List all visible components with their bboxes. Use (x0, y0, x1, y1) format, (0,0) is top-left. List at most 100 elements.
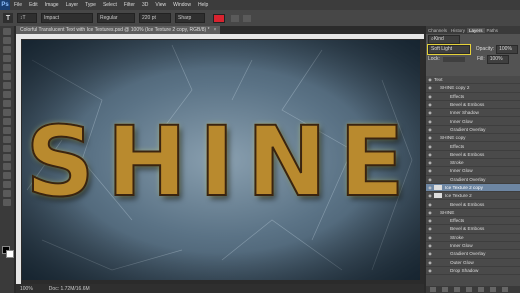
eye-icon[interactable]: ◉ (426, 185, 434, 190)
text-color-swatch[interactable] (213, 13, 225, 23)
layer-row[interactable]: ◉ Outer Glow (426, 259, 520, 267)
eye-icon[interactable]: ◉ (426, 168, 434, 173)
healing-tool-icon[interactable] (3, 82, 11, 89)
menu-file[interactable]: File (14, 2, 22, 8)
eraser-tool-icon[interactable] (3, 118, 11, 125)
antialias-select[interactable]: Sharp (175, 13, 205, 23)
blend-mode-select[interactable]: Soft Light (427, 43, 471, 55)
eye-icon[interactable]: ◉ (426, 127, 434, 132)
font-style-select[interactable]: Regular (97, 13, 135, 23)
menu-edit[interactable]: Edit (29, 2, 38, 8)
text-orientation-button[interactable]: ↕T (17, 13, 37, 23)
menu-select[interactable]: Select (103, 2, 117, 8)
tab-layers[interactable]: Layers (467, 27, 485, 33)
lock-icons[interactable] (442, 56, 465, 62)
layer-row[interactable]: ◉ SHINE copy (426, 134, 520, 143)
layer-row[interactable]: ◉ Inner Glow (426, 117, 520, 126)
document-info[interactable]: Doc: 1.72M/16.6M (49, 286, 90, 292)
eye-icon[interactable]: ◉ (426, 177, 434, 182)
lasso-tool-icon[interactable] (3, 46, 11, 53)
eye-icon[interactable]: ◉ (426, 268, 434, 273)
eye-icon[interactable]: ◉ (426, 94, 434, 99)
menu-type[interactable]: Type (85, 2, 96, 8)
layer-row[interactable]: ◉ SHINE copy 2 (426, 84, 520, 93)
eye-icon[interactable]: ◉ (426, 77, 434, 82)
layer-row[interactable]: ◉ Stroke (426, 234, 520, 242)
filter-kind-select[interactable]: ⌕ Kind (428, 34, 460, 44)
layer-row[interactable]: ◉ Bevel & Emboss (426, 151, 520, 159)
eye-icon[interactable]: ◉ (426, 260, 434, 265)
eyedropper-tool-icon[interactable] (3, 73, 11, 80)
tab-history[interactable]: History (449, 28, 467, 33)
layer-row[interactable]: ◉ SHINE (426, 209, 520, 218)
eye-icon[interactable]: ◉ (426, 251, 434, 256)
brush-tool-icon[interactable] (3, 91, 11, 98)
layer-row[interactable]: ◉ Ice Texture 2 (426, 192, 520, 201)
layer-row[interactable]: ◉ Effects (426, 142, 520, 151)
fx-icon[interactable] (442, 287, 448, 292)
eye-icon[interactable]: ◉ (426, 119, 434, 124)
zoom-tool-icon[interactable] (3, 199, 11, 206)
tab-channels[interactable]: Channels (426, 28, 449, 33)
adjustment-layer-icon[interactable] (466, 287, 472, 292)
eye-icon[interactable]: ◉ (426, 218, 434, 223)
layer-row[interactable]: ◉ Text (426, 76, 520, 85)
opacity-input[interactable]: 100% (496, 44, 518, 54)
eye-icon[interactable]: ◉ (426, 210, 434, 215)
move-tool-icon[interactable] (3, 28, 11, 35)
layer-row[interactable]: ◉ Gradient Overlay (426, 176, 520, 184)
layer-row[interactable]: ◉ Inner Shadow (426, 109, 520, 118)
shape-tool-icon[interactable] (3, 181, 11, 188)
layer-row[interactable]: ◉ Gradient Overlay (426, 250, 520, 259)
eye-icon[interactable]: ◉ (426, 160, 434, 165)
eye-icon[interactable]: ◉ (426, 85, 434, 90)
eye-icon[interactable]: ◉ (426, 235, 434, 240)
menu-layer[interactable]: Layer (66, 2, 79, 8)
type-tool-icon[interactable] (3, 163, 11, 170)
layer-row[interactable]: ◉ Bevel & Emboss (426, 225, 520, 234)
document-tab[interactable]: Colorful Translucent Text with Ice Textu… (16, 26, 221, 34)
pen-tool-icon[interactable] (3, 154, 11, 161)
eye-icon[interactable]: ◉ (426, 152, 434, 157)
trash-icon[interactable] (502, 287, 508, 292)
eye-icon[interactable]: ◉ (426, 193, 434, 198)
eye-icon[interactable]: ◉ (426, 243, 434, 248)
menu-view[interactable]: View (155, 2, 166, 8)
menu-filter[interactable]: Filter (124, 2, 135, 8)
quick-select-tool-icon[interactable] (3, 55, 11, 62)
eye-icon[interactable]: ◉ (426, 226, 434, 231)
menu-image[interactable]: Image (45, 2, 59, 8)
canvas[interactable]: SHINE (22, 40, 420, 280)
font-family-select[interactable]: Impact (41, 13, 93, 23)
fill-input[interactable]: 100% (486, 54, 509, 64)
layer-row[interactable]: ◉ Inner Glow (426, 242, 520, 251)
marquee-tool-icon[interactable] (3, 37, 11, 44)
zoom-level[interactable]: 100% (20, 286, 33, 292)
eye-icon[interactable]: ◉ (426, 144, 434, 149)
link-layers-icon[interactable] (430, 287, 436, 292)
eye-icon[interactable]: ◉ (426, 102, 434, 107)
new-group-icon[interactable] (478, 287, 484, 292)
clone-stamp-tool-icon[interactable] (3, 100, 11, 107)
tab-paths[interactable]: Paths (485, 28, 501, 33)
eye-icon[interactable]: ◉ (426, 110, 434, 115)
layer-row[interactable]: ◉ Drop Shadow (426, 267, 520, 276)
type-tool-icon[interactable]: T (3, 13, 13, 23)
blur-tool-icon[interactable] (3, 136, 11, 143)
character-panel-icon[interactable] (243, 14, 251, 22)
layer-row[interactable]: ◉ Bevel & Emboss (426, 200, 520, 209)
mask-icon[interactable] (454, 287, 460, 292)
menu-window[interactable]: Window (173, 2, 191, 8)
eye-icon[interactable]: ◉ (426, 135, 434, 140)
menu-3d[interactable]: 3D (142, 2, 148, 8)
path-select-tool-icon[interactable] (3, 172, 11, 179)
layer-row[interactable]: ◉ Gradient Overlay (426, 126, 520, 135)
layer-row[interactable]: ◉ Inner Glow (426, 167, 520, 176)
eye-icon[interactable]: ◉ (426, 202, 434, 207)
warp-text-icon[interactable] (231, 14, 239, 22)
layer-row[interactable]: ◉ Effects (426, 93, 520, 101)
font-size-select[interactable]: 220 pt (139, 13, 171, 23)
layer-row[interactable]: ◉ Stroke (426, 159, 520, 168)
close-icon[interactable]: × (214, 27, 217, 33)
hand-tool-icon[interactable] (3, 190, 11, 197)
